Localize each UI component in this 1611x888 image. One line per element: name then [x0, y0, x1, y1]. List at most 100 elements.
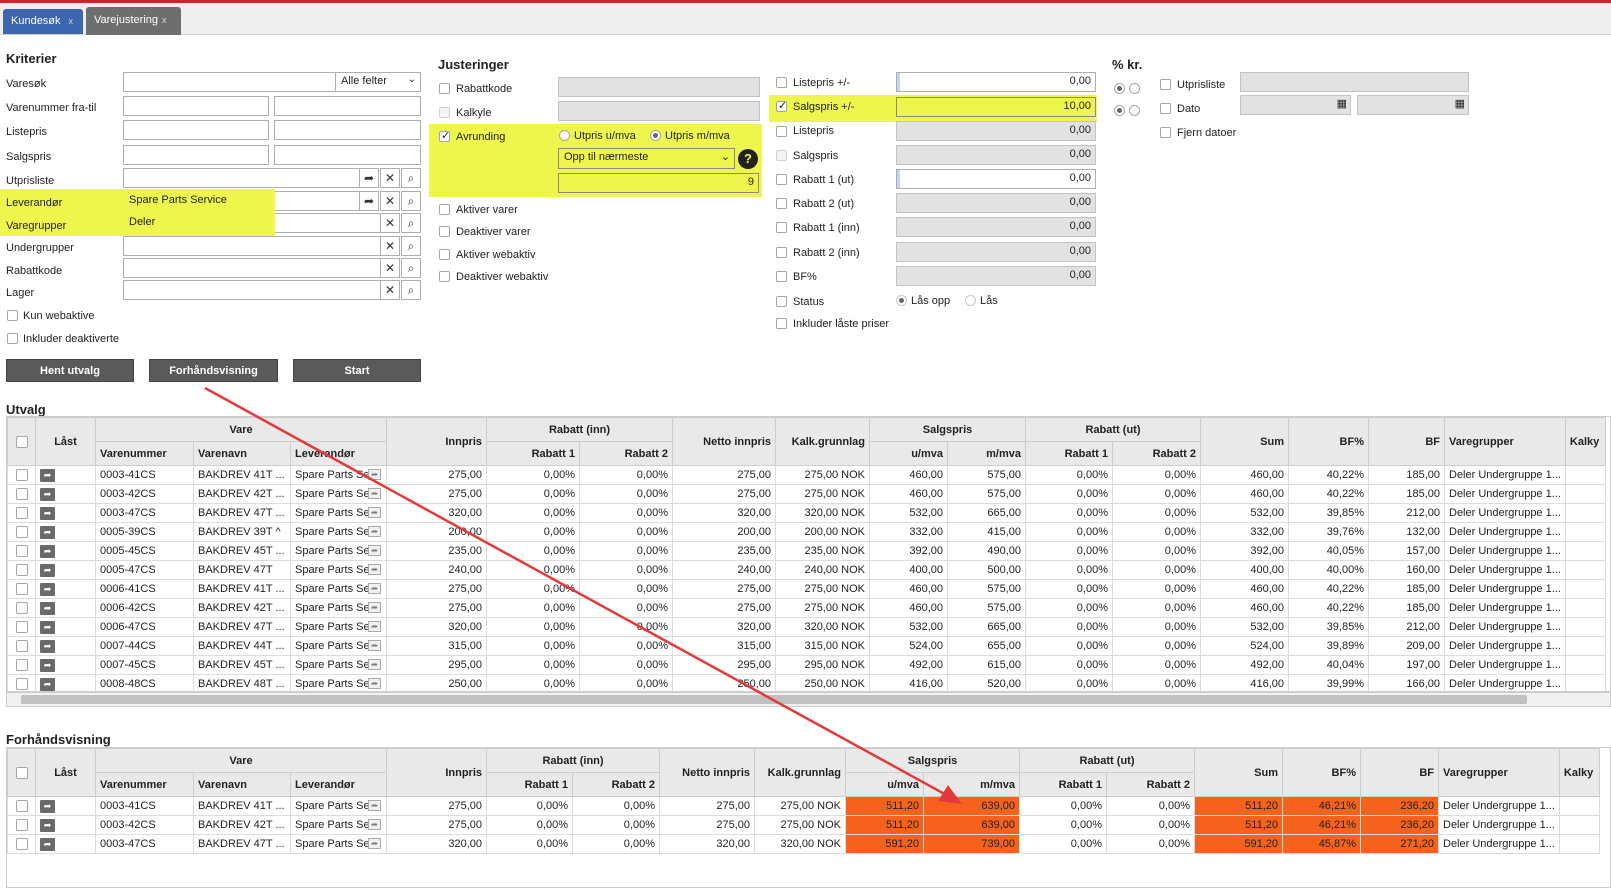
- goto-arrow-icon[interactable]: ➦: [359, 168, 379, 188]
- goto-arrow-icon[interactable]: ➦: [40, 544, 55, 558]
- inkluder-deaktiverte-checkbox[interactable]: [7, 333, 18, 344]
- scrollbar-thumb[interactable]: [21, 695, 1527, 704]
- goto-arrow-icon[interactable]: ➦: [40, 506, 55, 520]
- listepris-pm-checkbox[interactable]: [776, 77, 787, 88]
- row-select-cell[interactable]: [7, 465, 36, 485]
- rounding-value-input[interactable]: 9: [558, 173, 759, 193]
- salgspris-pm-checkbox[interactable]: [776, 99, 787, 112]
- row-select-cell[interactable]: [7, 655, 36, 675]
- lock-cell[interactable]: ➦: [35, 674, 96, 691]
- lock-cell[interactable]: ➦: [35, 484, 96, 504]
- salgspris-kr-radio[interactable]: [1129, 105, 1140, 116]
- varesok-input[interactable]: [123, 72, 336, 92]
- row-checkbox[interactable]: [15, 526, 28, 539]
- close-icon[interactable]: x: [69, 16, 74, 26]
- col-leverandor[interactable]: Leverandør: [290, 441, 387, 466]
- goto-arrow-icon[interactable]: ➦: [40, 468, 55, 482]
- utpris-mmva-radio[interactable]: [650, 130, 661, 141]
- col-kalk[interactable]: Kalk.grunnlag: [754, 748, 846, 797]
- row-checkbox[interactable]: [15, 678, 28, 691]
- lock-cell[interactable]: ➦: [35, 834, 96, 854]
- col-last[interactable]: Låst: [35, 748, 96, 797]
- lock-cell[interactable]: ➦: [35, 503, 96, 523]
- table-row[interactable]: ➦ 0006-42CS BAKDREV 42T ... Spare Parts Se ➦…: [7, 598, 1606, 618]
- col-varenummer[interactable]: Varenummer: [95, 441, 194, 466]
- utpris-umva-radio[interactable]: [559, 130, 570, 141]
- col-sum[interactable]: Sum: [1200, 417, 1289, 466]
- lock-cell[interactable]: ➦: [35, 598, 96, 618]
- col-netto[interactable]: Netto innpris: [672, 417, 776, 466]
- search-icon[interactable]: ⌕: [401, 258, 421, 278]
- leverandor-input[interactable]: Spare Parts Service: [123, 191, 275, 211]
- close-icon[interactable]: x: [162, 15, 167, 25]
- listepris-to-input[interactable]: [274, 120, 421, 140]
- goto-arrow-icon[interactable]: ➦: [40, 525, 55, 539]
- col-rabatt1-inn[interactable]: Rabatt 1: [486, 441, 580, 466]
- lock-cell[interactable]: ➦: [35, 796, 96, 816]
- table-row[interactable]: ➦ 0007-44CS BAKDREV 44T ... Spare Parts Se ➦…: [7, 636, 1606, 656]
- col-umva[interactable]: u/mva: [869, 441, 948, 466]
- row-select-cell[interactable]: [7, 503, 36, 523]
- supplier-link-icon[interactable]: ➦: [368, 526, 381, 537]
- col-varenavn[interactable]: Varenavn: [193, 441, 291, 466]
- select-all-checkbox[interactable]: [15, 435, 28, 448]
- goto-arrow-icon[interactable]: ➦: [40, 601, 55, 615]
- col-leverandor[interactable]: Leverandør: [290, 772, 387, 797]
- row-select-cell[interactable]: [7, 560, 36, 580]
- fjern-datoer-checkbox[interactable]: [1160, 127, 1171, 138]
- rabatt1inn-checkbox[interactable]: [776, 222, 787, 233]
- table-row[interactable]: ➦ 0003-41CS BAKDREV 41T ... Spare Parts Se ➦…: [7, 465, 1606, 485]
- aktiver-varer-checkbox[interactable]: [439, 204, 450, 215]
- row-checkbox[interactable]: [15, 659, 28, 672]
- row-checkbox[interactable]: [15, 564, 28, 577]
- col-kalk[interactable]: Kalk.grunnlag: [775, 417, 870, 466]
- rabatt2inn-checkbox[interactable]: [776, 247, 787, 258]
- row-select-cell[interactable]: [7, 598, 36, 618]
- table-row[interactable]: ➦ 0006-41CS BAKDREV 41T ... Spare Parts Se ➦…: [7, 579, 1606, 599]
- col-rabatt1-ut[interactable]: Rabatt 1: [1025, 441, 1113, 466]
- row-select-cell[interactable]: [7, 541, 36, 561]
- row-select-cell[interactable]: [7, 484, 36, 504]
- undergrupper-input[interactable]: [123, 236, 381, 256]
- listepris-percent-radio[interactable]: [1114, 83, 1125, 94]
- supplier-link-icon[interactable]: ➦: [368, 800, 381, 811]
- search-icon[interactable]: ⌕: [401, 280, 421, 300]
- varenummer-from-input[interactable]: [123, 96, 269, 116]
- row-select-cell[interactable]: [7, 674, 36, 691]
- row-checkbox[interactable]: [15, 602, 28, 615]
- salgspris-to-input[interactable]: [274, 145, 421, 165]
- select-all-checkbox[interactable]: [15, 766, 28, 779]
- table-row[interactable]: ➦ 0003-47CS BAKDREV 47T ... Spare Parts Se ➦…: [7, 503, 1606, 523]
- utprisliste-input[interactable]: [123, 168, 360, 188]
- lager-input[interactable]: [123, 280, 381, 300]
- clear-icon[interactable]: ✕: [380, 258, 400, 278]
- lock-cell[interactable]: ➦: [35, 541, 96, 561]
- supplier-link-icon[interactable]: ➦: [368, 640, 381, 651]
- col-sum[interactable]: Sum: [1194, 748, 1283, 797]
- calendar-icon[interactable]: ▦: [1337, 97, 1347, 110]
- supplier-link-icon[interactable]: ➦: [368, 488, 381, 499]
- goto-arrow-icon[interactable]: ➦: [40, 639, 55, 653]
- clear-icon[interactable]: ✕: [380, 213, 400, 233]
- goto-arrow-icon[interactable]: ➦: [40, 818, 55, 832]
- col-netto[interactable]: Netto innpris: [659, 748, 755, 797]
- deaktiver-varer-checkbox[interactable]: [439, 226, 450, 237]
- row-select-cell[interactable]: [7, 617, 36, 637]
- col-mmva[interactable]: m/mva: [947, 441, 1026, 466]
- col-varenummer[interactable]: Varenummer: [95, 772, 194, 797]
- varegrupper-input[interactable]: Deler: [123, 213, 275, 233]
- kalkyle-checkbox[interactable]: [439, 107, 450, 118]
- col-varegrupper[interactable]: Varegrupper: [1444, 417, 1566, 466]
- row-checkbox[interactable]: [15, 800, 28, 813]
- row-select-cell[interactable]: [7, 796, 36, 816]
- rabattkode-input[interactable]: [123, 258, 381, 278]
- table-row[interactable]: ➦ 0003-47CS BAKDREV 47T ... Spare Parts Se ➦…: [7, 834, 1600, 854]
- table-row[interactable]: ➦ 0003-42CS BAKDREV 42T ... Spare Parts Se ➦…: [7, 815, 1600, 835]
- col-rabatt2-inn[interactable]: Rabatt 2: [579, 441, 673, 466]
- table-row[interactable]: ➦ 0008-48CS BAKDREV 48T ... Spare Parts Se ➦…: [7, 674, 1606, 691]
- goto-arrow-icon[interactable]: ➦: [40, 837, 55, 851]
- forhandsvisning-button[interactable]: Forhåndsvisning: [149, 359, 278, 382]
- row-checkbox[interactable]: [15, 469, 28, 482]
- goto-arrow-icon[interactable]: ➦: [40, 658, 55, 672]
- search-icon[interactable]: ⌕: [401, 191, 421, 211]
